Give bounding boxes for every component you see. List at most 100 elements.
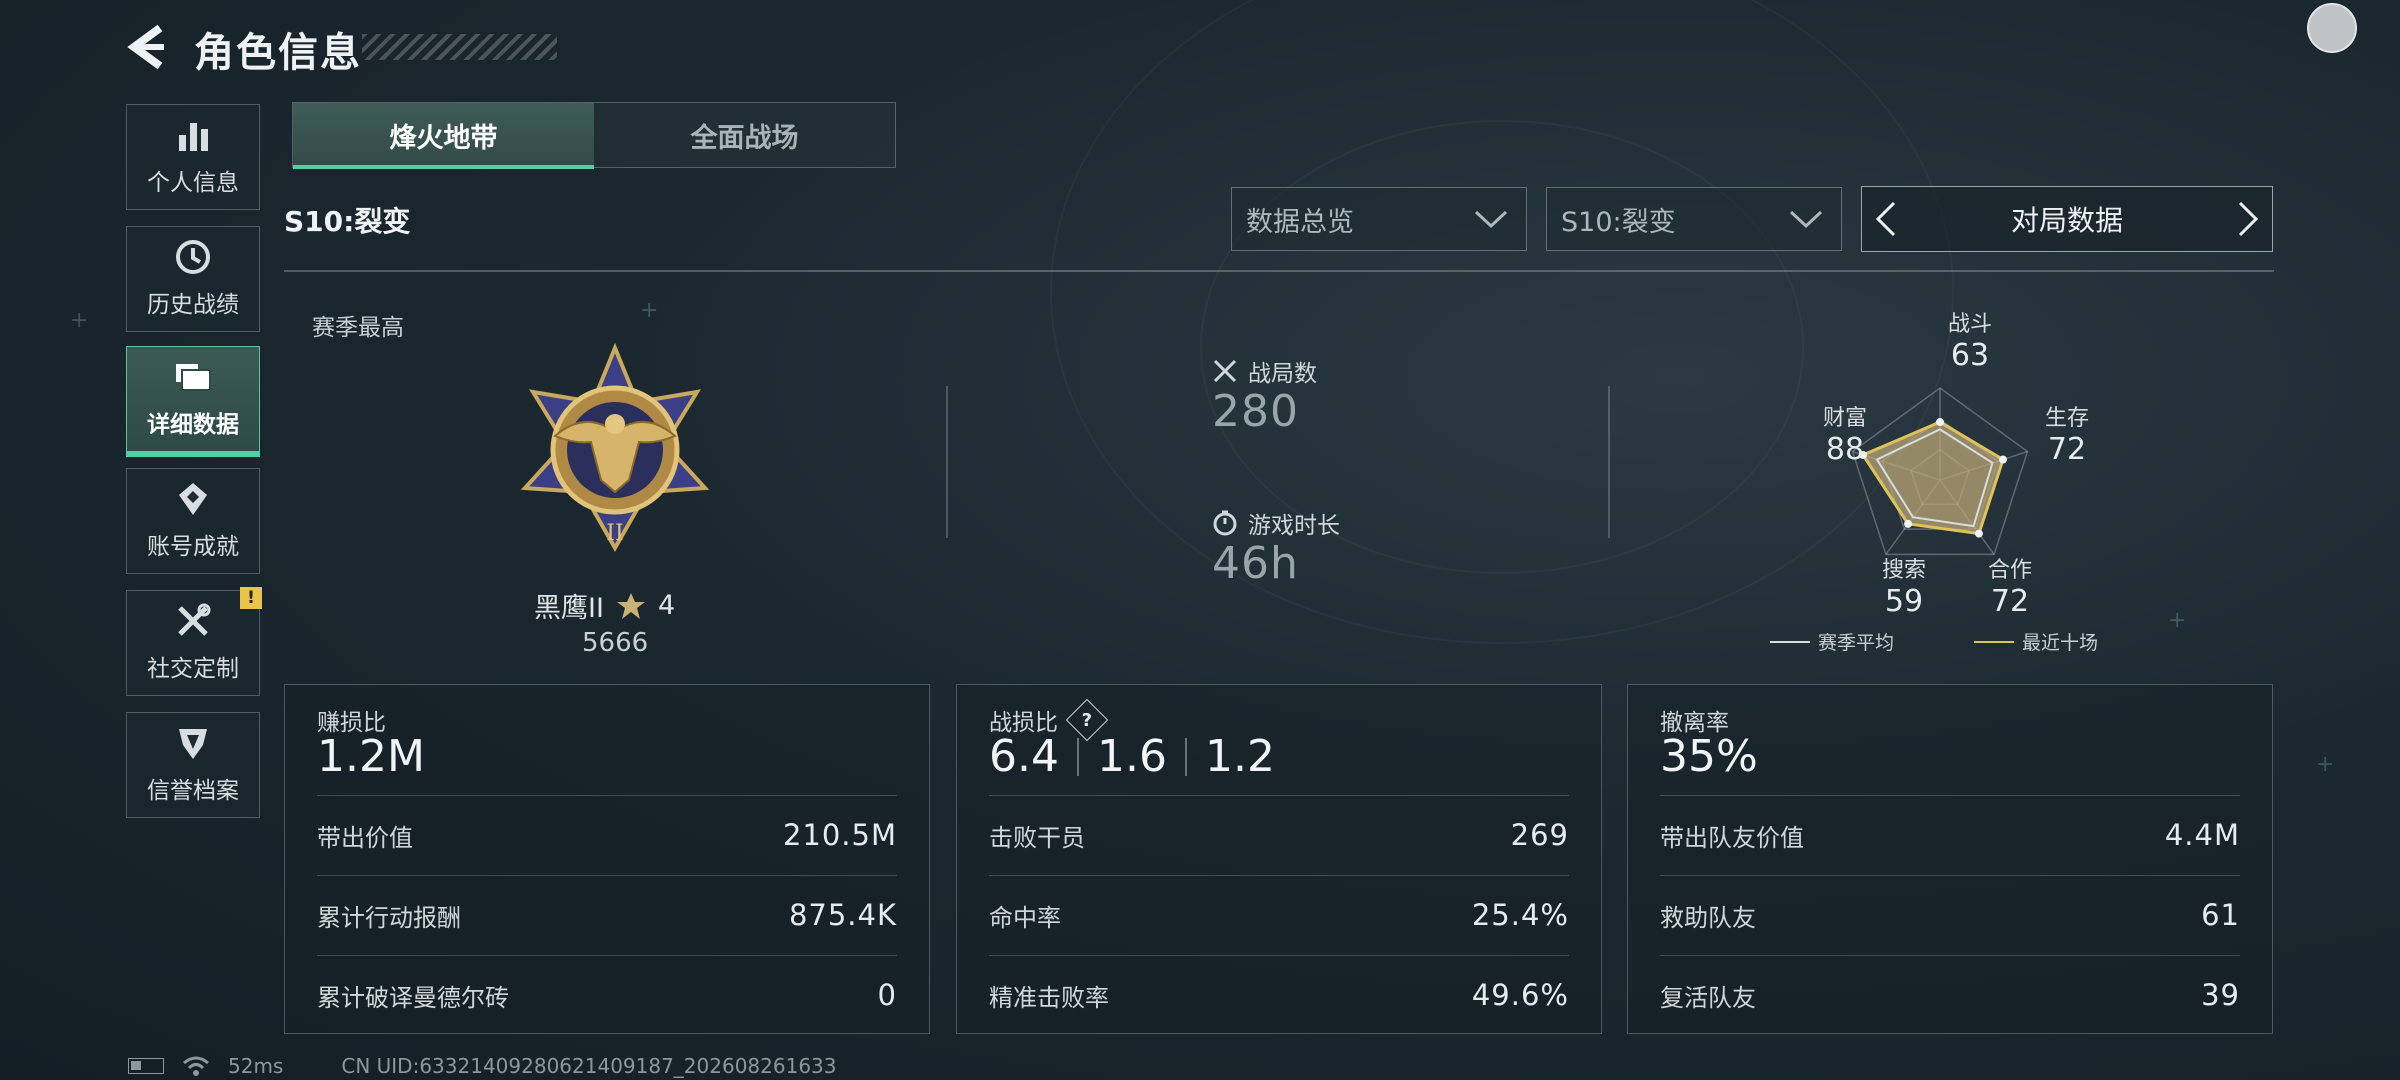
stat-label: 带出价值 [317, 823, 413, 852]
page-title: 角色信息 [194, 30, 362, 76]
radar-axis-combat: 战斗 63 [1947, 312, 1992, 373]
radar-axis-survival: 生存 72 [2044, 406, 2089, 467]
stat-label: 累计行动报酬 [317, 903, 461, 932]
radar-axis-wealth: 财富 88 [1822, 406, 1867, 467]
wifi-icon [183, 1056, 209, 1076]
extract-panel: 撤离率 35% 带出队友价值 4.4M 救助队友 61 复活队友 39 [1627, 684, 2273, 1034]
sidebar-item-label: 社交定制 [147, 656, 239, 682]
match-switch-label: 对局数据 [2010, 204, 2123, 237]
rank-stars: 4 [657, 590, 676, 621]
stat-label: 击败干员 [989, 823, 1085, 852]
stat-value: 875.4K [788, 898, 897, 932]
stat-value: 4.4M [2164, 818, 2240, 852]
notification-badge: ! [240, 587, 262, 609]
dropdown-value: 数据总览 [1246, 206, 1354, 238]
stat-label: 救助队友 [1660, 903, 1756, 932]
stat-row: 命中率 25.4% [989, 875, 1569, 954]
stat-value: 61 [2201, 898, 2240, 932]
match-data-switch: 对局数据 [1861, 186, 2273, 252]
playtime-label: 游戏时长 [1248, 513, 1340, 539]
sidebar-item-history[interactable]: 历史战绩 [126, 226, 260, 332]
matches-label-row: 战局数 [1212, 354, 1317, 388]
panel-big-value: 1.2M [317, 731, 425, 782]
tab-all-out-war[interactable]: 全面战场 [594, 103, 895, 167]
sidebar-item-label: 详细数据 [147, 412, 239, 438]
kd-value: 6.4 [989, 731, 1059, 782]
chevron-down-icon [1474, 210, 1508, 229]
back-arrow-icon [127, 24, 164, 70]
sidebar-item-label: 账号成就 [147, 534, 239, 560]
season-dropdown[interactable]: S10:裂变 [1546, 187, 1842, 251]
radar-point [1998, 455, 2007, 464]
credit-icon [173, 723, 213, 763]
achievement-icon [173, 479, 213, 519]
stat-row: 带出价值 210.5M [317, 795, 897, 874]
chevron-down-icon [1789, 210, 1823, 229]
overview-dropdown[interactable]: 数据总览 [1231, 187, 1527, 251]
divider [1076, 737, 1079, 776]
crossed-swords-icon [1213, 359, 1237, 383]
stat-label: 累计破译曼德尔砖 [317, 983, 509, 1012]
battery-icon [128, 1058, 164, 1074]
matches-value: 280 [1212, 386, 1299, 437]
stopwatch-icon [1213, 510, 1237, 536]
stat-value: 269 [1510, 818, 1569, 852]
stat-row: 累计行动报酬 875.4K [317, 875, 897, 954]
sidebar-item-achievements[interactable]: 账号成就 [126, 468, 260, 574]
background-cross: + [70, 308, 89, 333]
radar-axis-search: 搜索 59 [1881, 558, 1926, 619]
divider [1184, 737, 1187, 776]
rank-name-row: 黑鹰II 4 [534, 586, 675, 625]
stat-value: 49.6% [1471, 978, 1569, 1012]
mode-tabs: 烽火地带 全面战场 [292, 102, 896, 169]
chevron-left-icon[interactable] [1872, 199, 1902, 239]
tools-icon [173, 601, 213, 641]
legend-recent-ten: 最近十场 [1974, 628, 2098, 655]
sidebar-item-personal-info[interactable]: 个人信息 [126, 104, 260, 210]
divider [284, 270, 2274, 272]
sidebar-item-credit[interactable]: 信誉档案 [126, 712, 260, 818]
stat-value: 0 [877, 978, 897, 1012]
profit-panel: 赚损比 1.2M 带出价值 210.5M 累计行动报酬 875.4K 累计破译曼… [284, 684, 930, 1034]
bar-chart-icon [173, 115, 213, 155]
rank-score: 5666 [582, 628, 649, 658]
divider [946, 386, 948, 538]
stat-value: 39 [2201, 978, 2240, 1012]
sidebar-item-label: 信誉档案 [147, 778, 239, 804]
sidebar-item-label: 历史战绩 [147, 292, 239, 318]
status-bar: 52ms CN UID:633214092806214091​87_202608… [128, 1054, 837, 1078]
radar-chart: 战斗 63 生存 72 合作 72 搜索 59 财富 88 [1780, 300, 2160, 660]
kd-values: 6.4 1.6 1.2 [989, 731, 1275, 782]
avatar[interactable] [2307, 3, 2357, 53]
stat-row: 累计破译曼德尔砖 0 [317, 955, 897, 1034]
stat-row: 复活队友 39 [1660, 955, 2240, 1034]
stat-row: 带出队友价值 4.4M [1660, 795, 2240, 874]
star-icon [616, 592, 645, 619]
panel-big-value: 35% [1660, 731, 1758, 782]
radar-point [1936, 418, 1944, 427]
sidebar-item-label: 个人信息 [147, 170, 239, 196]
season-best-label: 赛季最高 [312, 315, 404, 341]
radar-axis-teamwork: 合作 72 [1987, 558, 2032, 619]
background-cross: + [2316, 752, 2335, 777]
stat-label: 带出队友价值 [1660, 823, 1804, 852]
radar-point [1974, 529, 1983, 538]
sidebar-item-detailed-data[interactable]: 详细数据 [126, 346, 260, 457]
history-icon [173, 237, 213, 277]
stat-label: 命中率 [989, 903, 1061, 932]
playtime-label-row: 游戏时长 [1212, 506, 1340, 540]
tab-hazard-zone[interactable]: 烽火地带 [293, 103, 594, 169]
stat-value: 210.5M [782, 818, 897, 852]
uid-text: CN UID:633214092806214091​87_20260826163… [341, 1054, 837, 1078]
back-button[interactable] [124, 22, 174, 72]
ping-text: 52ms [228, 1054, 284, 1078]
background-cross: + [2168, 608, 2187, 633]
chevron-right-icon[interactable] [2232, 199, 2262, 239]
combat-panel: 战损比 ? 6.4 1.6 1.2 击败干员 269 命中率 25.4% 精准击… [956, 684, 1602, 1034]
kd-value: 1.2 [1204, 731, 1275, 782]
radar-point [1904, 519, 1913, 528]
kd-value: 1.6 [1096, 731, 1167, 782]
matches-label: 战局数 [1248, 361, 1317, 387]
stat-label: 复活队友 [1660, 983, 1756, 1012]
background-cross: + [640, 298, 659, 323]
